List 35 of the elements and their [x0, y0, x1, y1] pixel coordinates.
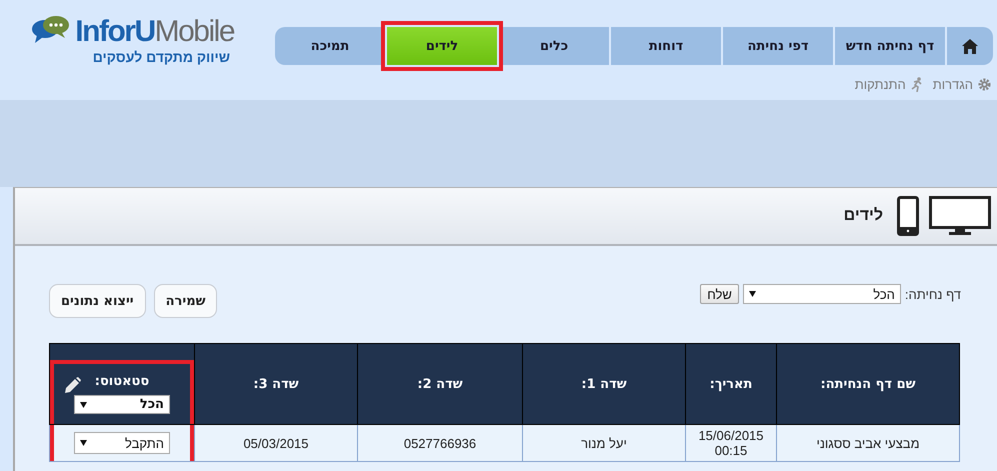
nav-tab[interactable]: לידים [387, 27, 497, 65]
column-header: שדה 1: [581, 376, 627, 392]
status-dropdown[interactable]: התקבל [74, 432, 170, 454]
column-header: שדה 2: [417, 376, 463, 392]
panel-title: לידים [844, 207, 883, 225]
monitor-icon [929, 196, 991, 236]
dropdown-caret-icon [748, 291, 756, 297]
pencil-icon[interactable] [62, 376, 82, 396]
nav-tab[interactable]: דפי נחיתה [723, 27, 833, 65]
table-cell: מבצעי אביב ססגוני [816, 436, 920, 450]
landing-page-dropdown[interactable]: הכל [742, 284, 901, 304]
running-person-icon [910, 77, 923, 92]
brand-logo: InforUMobile [75, 15, 234, 49]
logo-tagline: שיווק מתקדם לעסקים [92, 49, 230, 65]
table-cell: 0527766936 [404, 436, 476, 450]
status-filter-dropdown[interactable]: הכל [74, 395, 170, 414]
settings-icon [978, 78, 991, 91]
home-icon [962, 38, 978, 54]
column-header: שם דף הנחיתה: [820, 376, 916, 392]
export-button[interactable]: ייצוא נתונים [49, 284, 146, 318]
save-button[interactable]: שמירה [154, 284, 218, 318]
mobile-phone-icon [897, 196, 919, 236]
column-header: תאריך: [710, 376, 752, 392]
dropdown-caret-icon [80, 402, 87, 408]
column-header: שדה 3: [253, 376, 299, 392]
table-cell: 15/06/2015 00:15 [698, 428, 764, 458]
table-cell: יעל מנור [581, 436, 627, 450]
home-tab[interactable] [947, 27, 993, 65]
table-cell: 05/03/2015 [243, 436, 309, 450]
nav-tab[interactable]: דף נחיתה חדש [835, 27, 945, 65]
filter-label: דף נחיתה: [904, 286, 961, 302]
dropdown-caret-icon [80, 440, 87, 446]
column-header: סטאטוס: [94, 374, 150, 389]
send-button[interactable]: שלח [700, 284, 739, 304]
nav-tab[interactable]: דוחות [611, 27, 721, 65]
